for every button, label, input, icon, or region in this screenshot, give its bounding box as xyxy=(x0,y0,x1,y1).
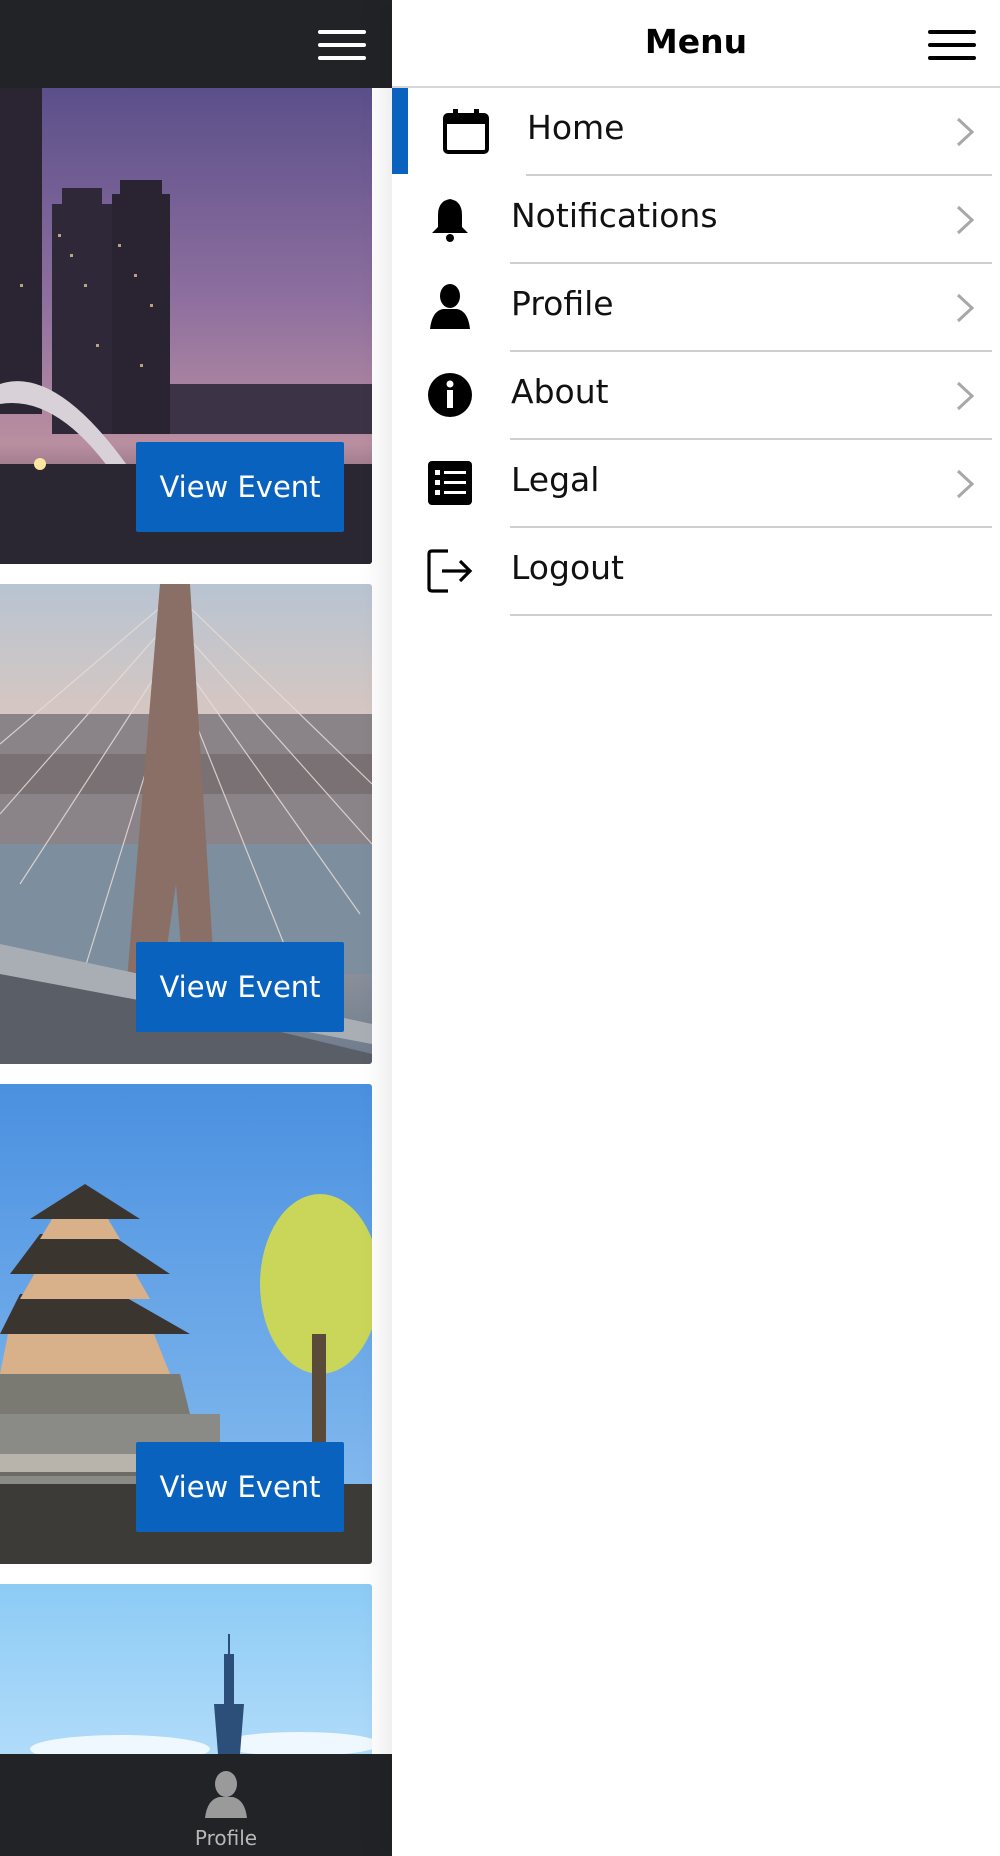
menu-drawer: Menu Home Notifications Profile About Le… xyxy=(392,0,1000,1856)
menu-item-home[interactable]: Home xyxy=(392,88,1000,176)
menu-item-label: Notifications xyxy=(511,196,718,235)
event-card: View Event xyxy=(0,1084,372,1564)
menu-item-label: Profile xyxy=(511,284,614,323)
menu-item-logout[interactable]: Logout xyxy=(392,528,1000,616)
menu-item-profile[interactable]: Profile xyxy=(392,264,1000,352)
top-bar xyxy=(0,0,392,88)
view-event-button[interactable]: View Event xyxy=(136,442,344,532)
logout-icon xyxy=(427,549,473,593)
bottom-nav-label: Profile xyxy=(194,1826,258,1850)
menu-item-notifications[interactable]: Notifications xyxy=(392,176,1000,264)
menu-item-label: Home xyxy=(527,108,625,147)
person-icon xyxy=(205,1771,247,1818)
divider xyxy=(510,614,992,616)
chevron-right-icon xyxy=(956,293,975,323)
menu-item-about[interactable]: About xyxy=(392,352,1000,440)
drawer-title: Menu xyxy=(644,22,748,61)
event-card: View Event xyxy=(0,584,372,1064)
main-content: View Event View Event View Event Profile xyxy=(0,0,392,1856)
bell-icon xyxy=(432,199,468,242)
hamburger-icon[interactable] xyxy=(928,30,976,60)
view-event-button[interactable]: View Event xyxy=(136,942,344,1032)
drawer-header: Menu xyxy=(392,0,1000,88)
person-icon xyxy=(430,284,470,329)
active-indicator xyxy=(392,88,408,174)
menu-item-label: About xyxy=(511,372,609,411)
menu-item-legal[interactable]: Legal xyxy=(392,440,1000,528)
info-icon xyxy=(428,373,472,417)
event-card: View Event xyxy=(0,84,372,564)
calendar-icon xyxy=(443,109,489,154)
bottom-nav-profile[interactable]: Profile xyxy=(176,1770,276,1850)
view-event-button[interactable]: View Event xyxy=(136,1442,344,1532)
list-icon xyxy=(428,461,472,505)
bottom-nav: Profile xyxy=(0,1754,392,1856)
chevron-right-icon xyxy=(956,381,975,411)
menu-item-label: Logout xyxy=(511,548,624,587)
chevron-right-icon xyxy=(956,117,975,147)
hamburger-icon[interactable] xyxy=(318,30,366,60)
chevron-right-icon xyxy=(956,205,975,235)
menu-item-label: Legal xyxy=(511,460,600,499)
chevron-right-icon xyxy=(956,469,975,499)
